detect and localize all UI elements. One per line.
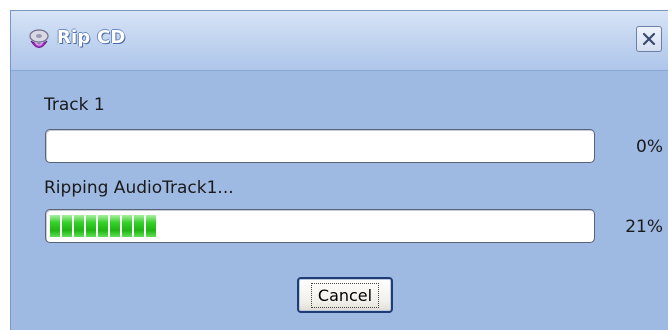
progress-segment: [134, 215, 144, 237]
track-label: Track 1: [44, 95, 105, 115]
cd-rip-icon: [26, 28, 52, 54]
cancel-button-label: Cancel: [310, 282, 380, 308]
progress-segment: [122, 215, 132, 237]
ripping-progress-percent: 21%: [625, 217, 663, 237]
close-button[interactable]: [636, 26, 662, 52]
rip-cd-dialog: Rip CD Track 1 0% Ripping AudioTrack1...…: [10, 10, 668, 330]
progress-segment: [98, 215, 108, 237]
progress-segment: [50, 215, 60, 237]
title-bar[interactable]: Rip CD: [11, 11, 668, 71]
progress-segment: [62, 215, 72, 237]
track-progress-bar: [45, 129, 595, 163]
ripping-progress-bar: [45, 209, 595, 243]
progress-segment: [146, 215, 156, 237]
ripping-progress-fill: [50, 215, 156, 237]
window-title: Rip CD: [57, 27, 126, 48]
progress-segment: [86, 215, 96, 237]
close-icon: [642, 32, 656, 46]
ripping-status-label: Ripping AudioTrack1...: [44, 178, 234, 198]
cancel-button[interactable]: Cancel: [297, 277, 393, 313]
track-progress-percent: 0%: [636, 137, 663, 157]
progress-segment: [110, 215, 120, 237]
progress-segment: [74, 215, 84, 237]
